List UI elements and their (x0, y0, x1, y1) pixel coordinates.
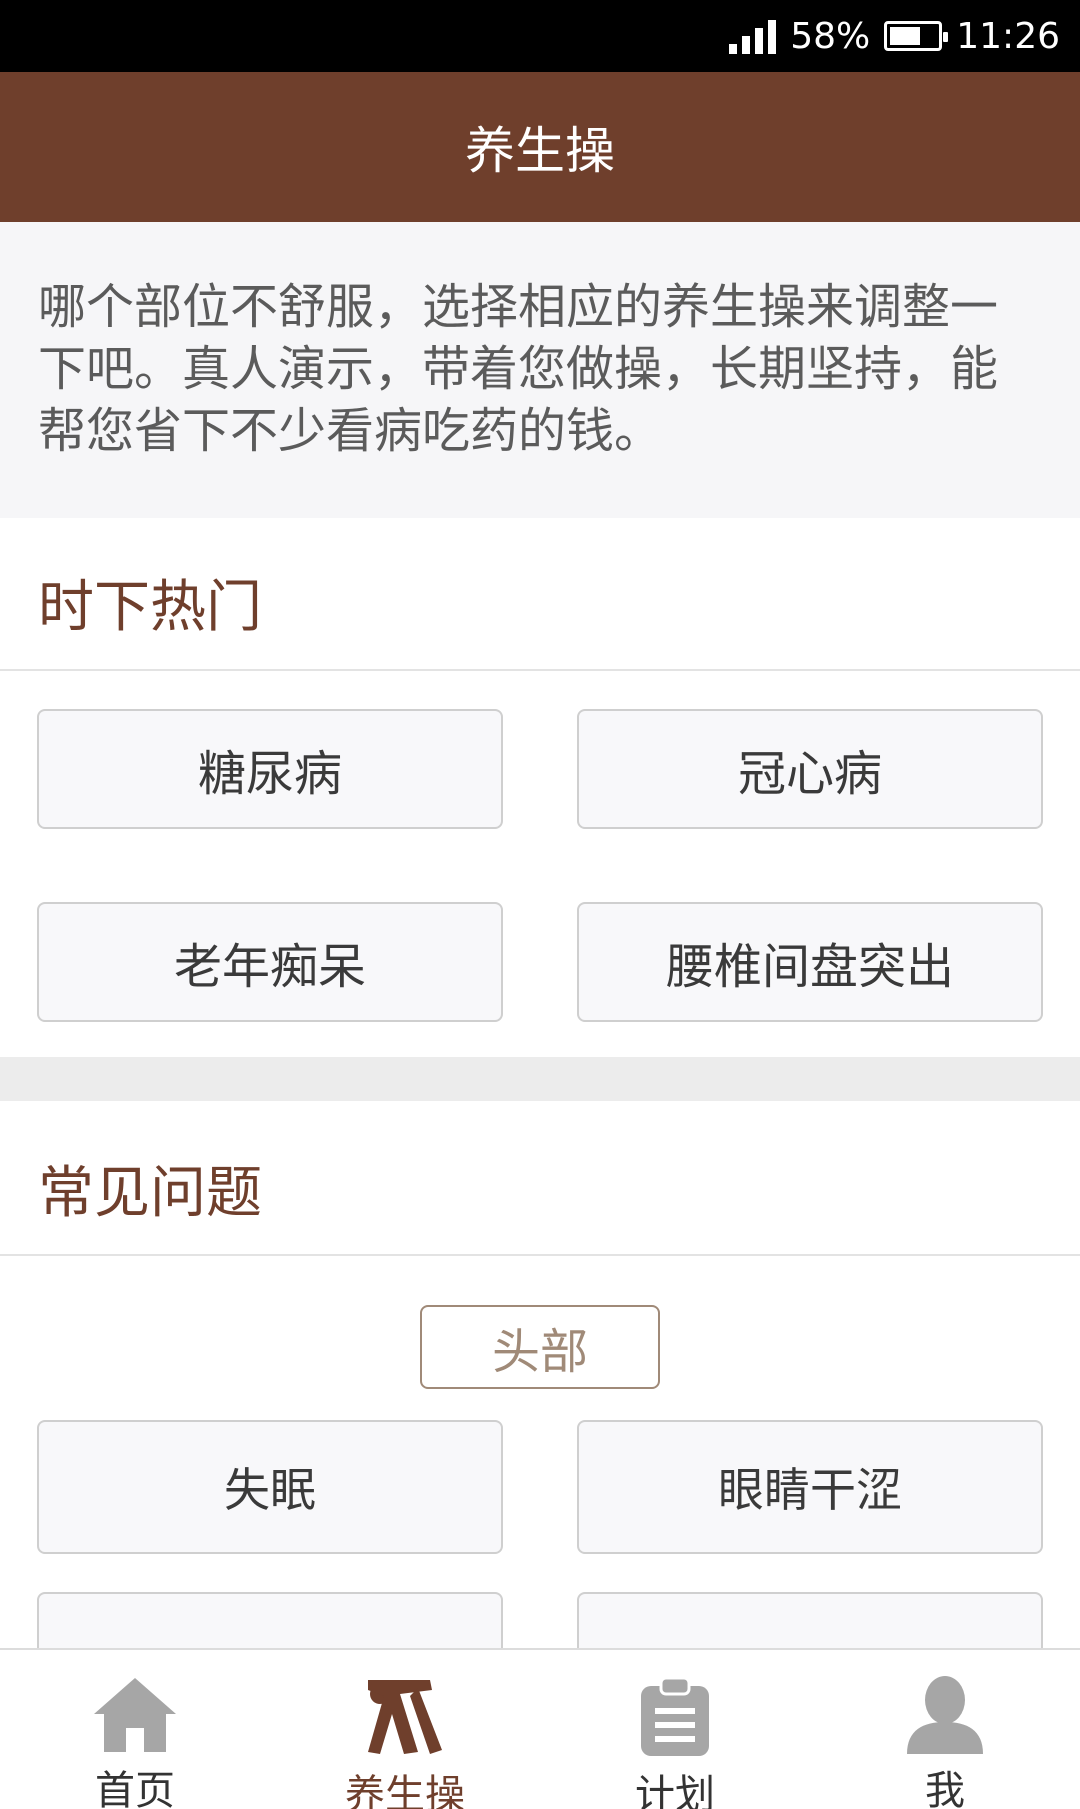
hot-item-button[interactable]: 老年痴呆 (37, 902, 503, 1022)
status-indicators: 58% 11:26 (729, 0, 1060, 72)
status-bar: 58% 11:26 (0, 0, 1080, 72)
clipboard-icon (630, 1674, 720, 1758)
hot-item-button[interactable]: 糖尿病 (37, 709, 503, 829)
clock: 11:26 (956, 15, 1060, 57)
exercise-icon (360, 1674, 450, 1758)
signal-icon (729, 18, 777, 54)
intro-panel: 哪个部位不舒服，选择相应的养生操来调整一下吧。真人演示，带着您做操，长期坚持，能… (0, 222, 1080, 518)
section-title-common: 常见问题 (38, 1161, 262, 1226)
divider (0, 1254, 1080, 1256)
nav-label: 养生操 (345, 1772, 465, 1809)
nav-label: 首页 (95, 1768, 175, 1809)
nav-item-exercise[interactable]: 养生操 (270, 1650, 540, 1809)
battery-percent: 58% (790, 15, 871, 57)
bottom-nav: 首页 养生操 计划 我 (0, 1648, 1080, 1809)
user-icon (900, 1674, 990, 1754)
home-icon (90, 1674, 180, 1754)
app-header: 养生操 (0, 72, 1080, 222)
nav-label: 我 (925, 1768, 965, 1809)
nav-item-me[interactable]: 我 (810, 1650, 1080, 1809)
battery-icon (884, 21, 949, 51)
common-item-button[interactable]: 失眠 (37, 1420, 503, 1554)
category-tag-head[interactable]: 头部 (420, 1305, 660, 1389)
intro-text: 哪个部位不舒服，选择相应的养生操来调整一下吧。真人演示，带着您做操，长期坚持，能… (38, 279, 999, 459)
nav-label: 计划 (635, 1772, 715, 1809)
section-title-hot: 时下热门 (38, 575, 262, 640)
nav-item-home[interactable]: 首页 (0, 1650, 270, 1809)
section-separator (0, 1057, 1080, 1101)
page-title: 养生操 (465, 122, 615, 180)
common-item-button[interactable]: 眼睛干涩 (577, 1420, 1043, 1554)
hot-item-button[interactable]: 冠心病 (577, 709, 1043, 829)
hot-item-button[interactable]: 腰椎间盘突出 (577, 902, 1043, 1022)
nav-item-plan[interactable]: 计划 (540, 1650, 810, 1809)
divider (0, 669, 1080, 671)
